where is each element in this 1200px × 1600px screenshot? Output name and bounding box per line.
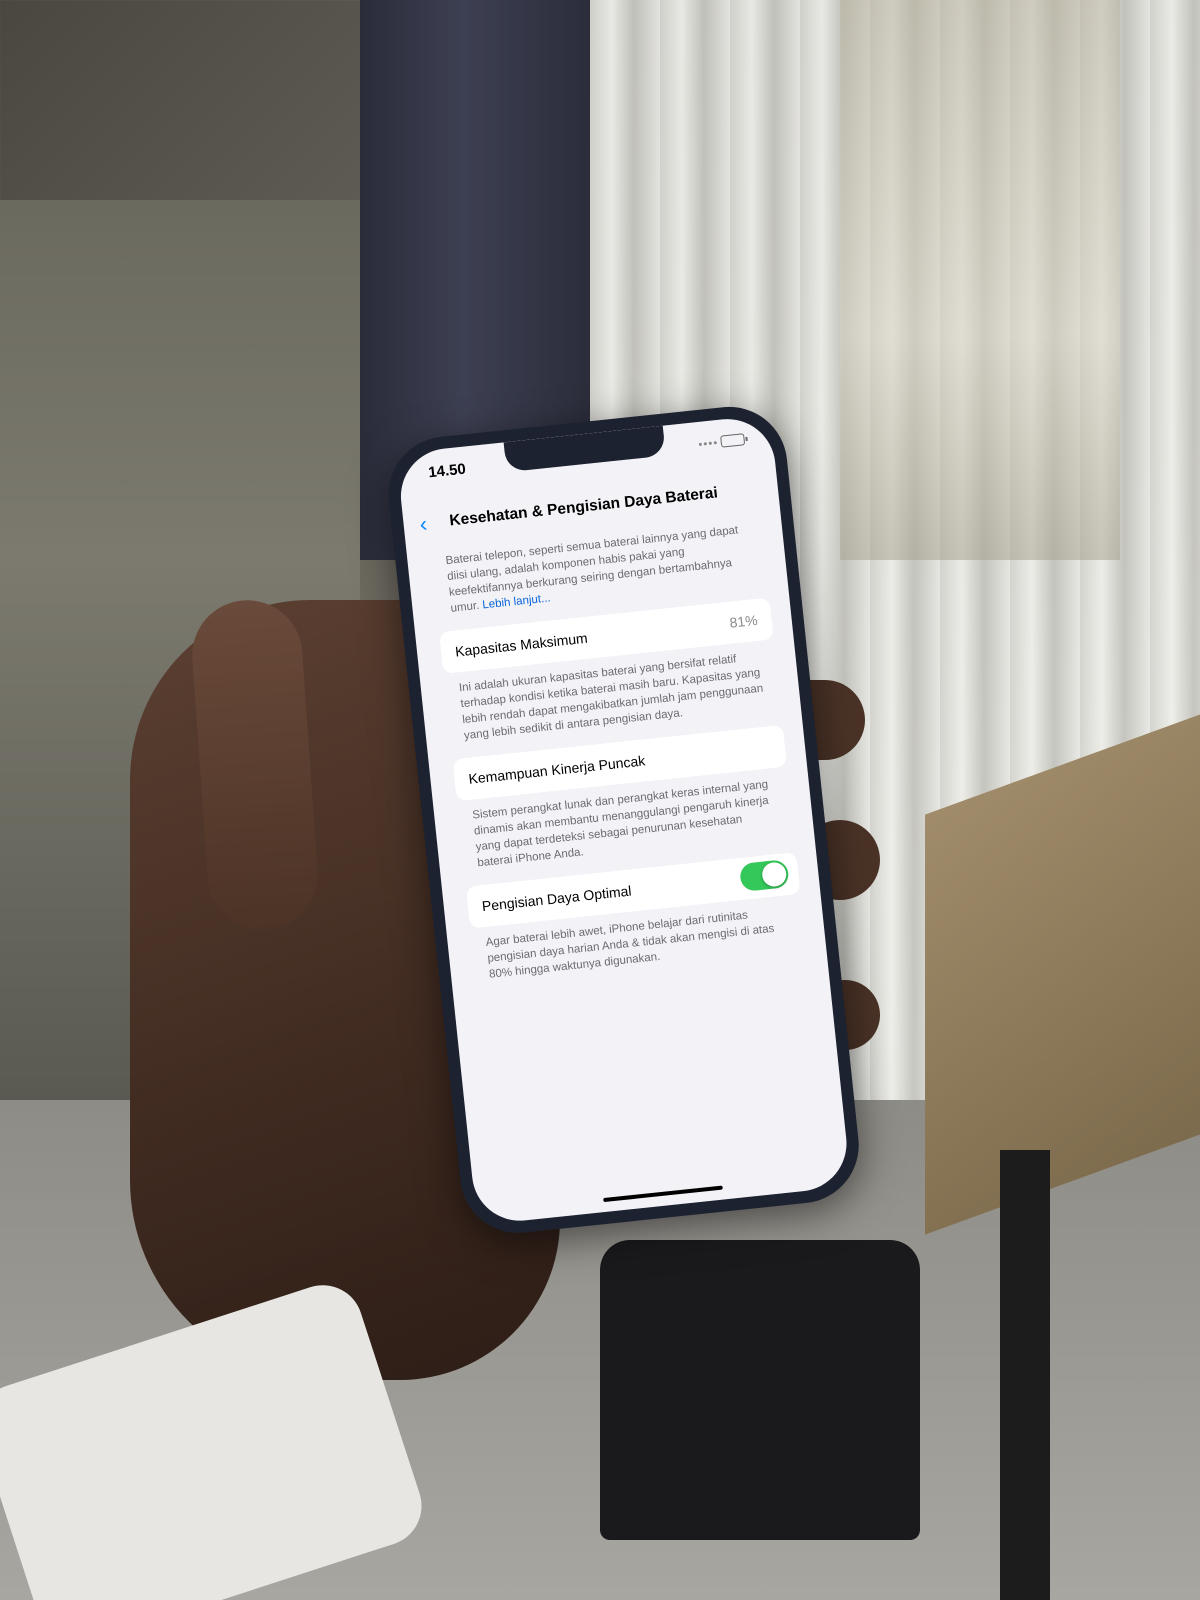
learn-more-link[interactable]: Lebih lanjut...	[482, 592, 551, 611]
status-icons	[698, 433, 746, 450]
page-title: Kesehatan & Pengisian Daya Baterai	[448, 484, 719, 530]
iphone: 14.50 ‹ Kesehatan & Pengisian Daya Bater…	[383, 401, 865, 1239]
signal-icon	[698, 440, 717, 446]
background-bag	[600, 1240, 920, 1540]
status-time: 14.50	[427, 460, 467, 482]
peak-performance-label: Kemampuan Kinerja Puncak	[467, 752, 646, 787]
notch	[503, 425, 666, 473]
phone-screen: 14.50 ‹ Kesehatan & Pengisian Daya Bater…	[396, 414, 852, 1226]
intro-note: Baterai telepon, seperti semua baterai l…	[445, 521, 754, 616]
max-capacity-value: 81%	[728, 611, 759, 631]
background-window	[840, 0, 1120, 560]
home-indicator[interactable]	[603, 1185, 723, 1203]
max-capacity-label: Kapasitas Maksimum	[454, 629, 589, 660]
background-table-leg	[1000, 1150, 1050, 1600]
settings-content: Baterai telepon, seperti semua baterai l…	[431, 520, 808, 998]
toggle-knob	[761, 861, 788, 888]
battery-icon	[720, 433, 746, 448]
optimized-charging-toggle[interactable]	[738, 859, 790, 892]
back-chevron-icon[interactable]: ‹	[418, 511, 428, 538]
thumb	[188, 596, 322, 934]
optimized-charging-label: Pengisian Daya Optimal	[481, 882, 633, 915]
